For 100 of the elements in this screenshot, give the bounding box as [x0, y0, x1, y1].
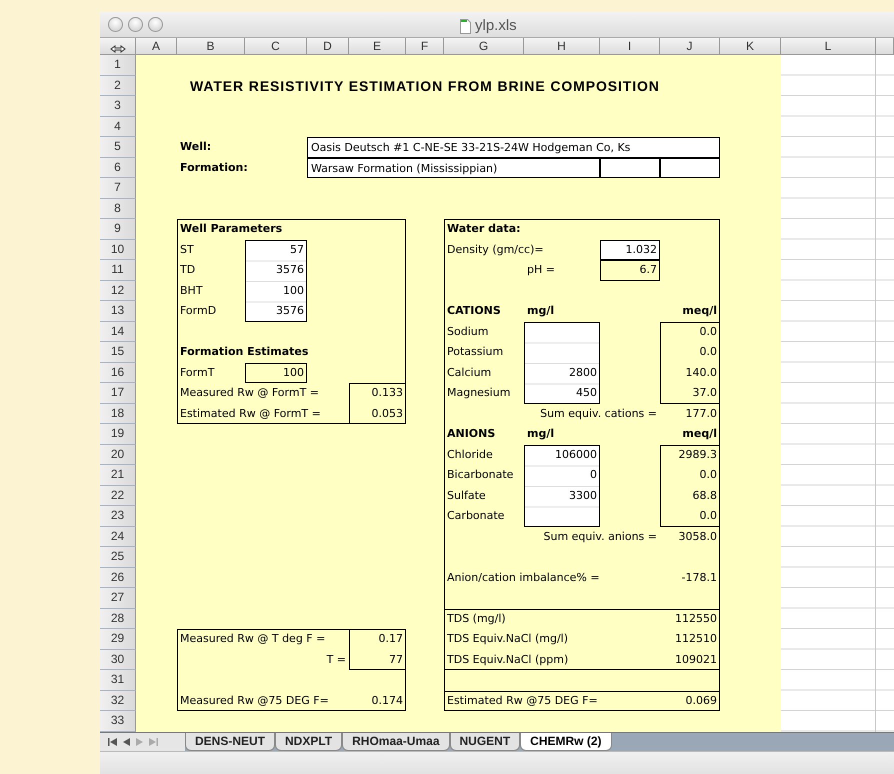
cell-value: 68.8 [692, 488, 718, 504]
first-sheet-icon[interactable] [108, 738, 117, 746]
row-number[interactable]: 20 [100, 444, 136, 465]
column-label: meq/l [681, 303, 718, 320]
document-icon [460, 18, 471, 34]
select-all-icon[interactable] [110, 44, 126, 53]
column-header[interactable]: B [177, 38, 245, 55]
zoom-button[interactable] [148, 17, 163, 32]
column-header[interactable]: H [524, 38, 600, 55]
cell-label: T = [326, 652, 347, 668]
cell-value: 0.0 [698, 508, 718, 524]
cell-value: 77 [388, 652, 404, 668]
row-number[interactable]: 1 [100, 55, 136, 76]
cell-value: 106000 [554, 446, 598, 463]
row-number[interactable]: 7 [100, 178, 136, 198]
column-header[interactable]: J [660, 38, 720, 55]
row-number[interactable]: 13 [100, 301, 136, 322]
cell-value: 0.17 [378, 631, 404, 648]
section-heading: Formation: [179, 160, 249, 176]
row-number[interactable]: 14 [100, 322, 136, 342]
cell-label: Chloride [446, 446, 494, 463]
previous-sheet-icon[interactable] [123, 738, 130, 746]
minimize-button[interactable] [128, 17, 143, 32]
cell-value: -178.1 [680, 570, 718, 586]
input-area [660, 158, 720, 178]
sheet-tab[interactable]: CHEMRw (2) [520, 732, 612, 750]
row-number[interactable]: 6 [100, 158, 136, 178]
value-box [245, 362, 307, 383]
cell-label: Sum equiv. anions = [542, 528, 658, 545]
cell-label: Estimated Rw @75 DEG F= [446, 692, 599, 709]
column-header[interactable]: A [136, 38, 177, 55]
row-number[interactable]: 3 [100, 96, 136, 116]
column-header[interactable] [876, 38, 894, 55]
cell-value: 6.7 [638, 262, 658, 278]
row-number[interactable]: 19 [100, 424, 136, 444]
row-number[interactable]: 12 [100, 280, 136, 301]
cell-label: Measured Rw @75 DEG F= [179, 692, 330, 709]
row-number[interactable]: 8 [100, 198, 136, 219]
column-header[interactable]: G [444, 38, 524, 55]
row-number[interactable]: 4 [100, 116, 136, 137]
column-header[interactable]: E [349, 38, 406, 55]
row-number[interactable]: 11 [100, 260, 136, 280]
row-number[interactable]: 27 [100, 588, 136, 608]
row-number[interactable]: 2 [100, 76, 136, 96]
last-sheet-icon[interactable] [149, 738, 158, 746]
row-number[interactable]: 31 [100, 670, 136, 690]
input-area [600, 158, 660, 178]
row-number[interactable]: 28 [100, 608, 136, 629]
row-number[interactable]: 23 [100, 506, 136, 526]
section-heading: mg/l [526, 303, 556, 320]
row-number[interactable]: 33 [100, 711, 136, 732]
cell-label: pH = [526, 262, 556, 278]
cell-value: 177.0 [684, 406, 718, 422]
row-number[interactable]: 15 [100, 342, 136, 362]
column-header[interactable]: L [781, 38, 876, 55]
column-header[interactable]: F [406, 38, 444, 55]
cell-label: Measured Rw @ FormT = [179, 385, 320, 402]
close-button[interactable] [108, 17, 123, 32]
row-number[interactable]: 18 [100, 404, 136, 424]
row-number[interactable]: 5 [100, 137, 136, 158]
sheet-tab[interactable]: NDXPLT [275, 732, 342, 750]
sheet-title: WATER RESISTIVITY ESTIMATION FROM BRINE COMPOSITION [189, 78, 661, 94]
cell-value: 140.0 [684, 364, 718, 381]
column-header[interactable]: K [720, 38, 781, 55]
section-heading: ANIONS [446, 426, 496, 442]
row-number[interactable]: 21 [100, 465, 136, 486]
cell-value: 2800 [568, 364, 598, 381]
cell-value: 0.0 [698, 324, 718, 340]
cell-label: ST [179, 242, 195, 258]
cell-value: 100 [282, 364, 305, 381]
row-number[interactable]: 25 [100, 547, 136, 568]
column-header[interactable]: C [245, 38, 307, 55]
value-box [349, 629, 406, 670]
row-number[interactable]: 30 [100, 650, 136, 670]
row-number[interactable]: 10 [100, 240, 136, 260]
sheet-tab[interactable]: DENS-NEUT [185, 732, 276, 750]
cell-label: Measured Rw @ T deg F = [179, 631, 326, 648]
row-number[interactable]: 26 [100, 568, 136, 588]
row-number[interactable]: 22 [100, 486, 136, 506]
cell-label: Sodium [446, 324, 490, 340]
row-number[interactable]: 17 [100, 383, 136, 404]
cell-label: Carbonate [446, 508, 506, 524]
cell-label: Density (gm/cc)= [446, 242, 545, 258]
cell-value: 1.032 [624, 242, 658, 258]
cell-value: 0.133 [370, 385, 404, 402]
column-header[interactable]: I [600, 38, 660, 55]
sheet-tab[interactable]: RHOmaa-Umaa [342, 732, 450, 750]
row-number[interactable]: 29 [100, 629, 136, 650]
row-number[interactable]: 24 [100, 526, 136, 547]
next-sheet-icon[interactable] [136, 738, 143, 746]
section-heading: Formation Estimates [179, 344, 310, 360]
cell-value: 0.053 [370, 406, 404, 422]
cell-value: 0 [589, 467, 598, 484]
cell-value: 0.0 [698, 467, 718, 484]
sheet-tab[interactable]: NUGENT [450, 732, 520, 750]
row-number[interactable]: 32 [100, 690, 136, 711]
column-header[interactable]: D [307, 38, 349, 55]
row-number[interactable]: 9 [100, 219, 136, 240]
row-number[interactable]: 16 [100, 362, 136, 383]
cell-value: 100 [282, 282, 305, 299]
